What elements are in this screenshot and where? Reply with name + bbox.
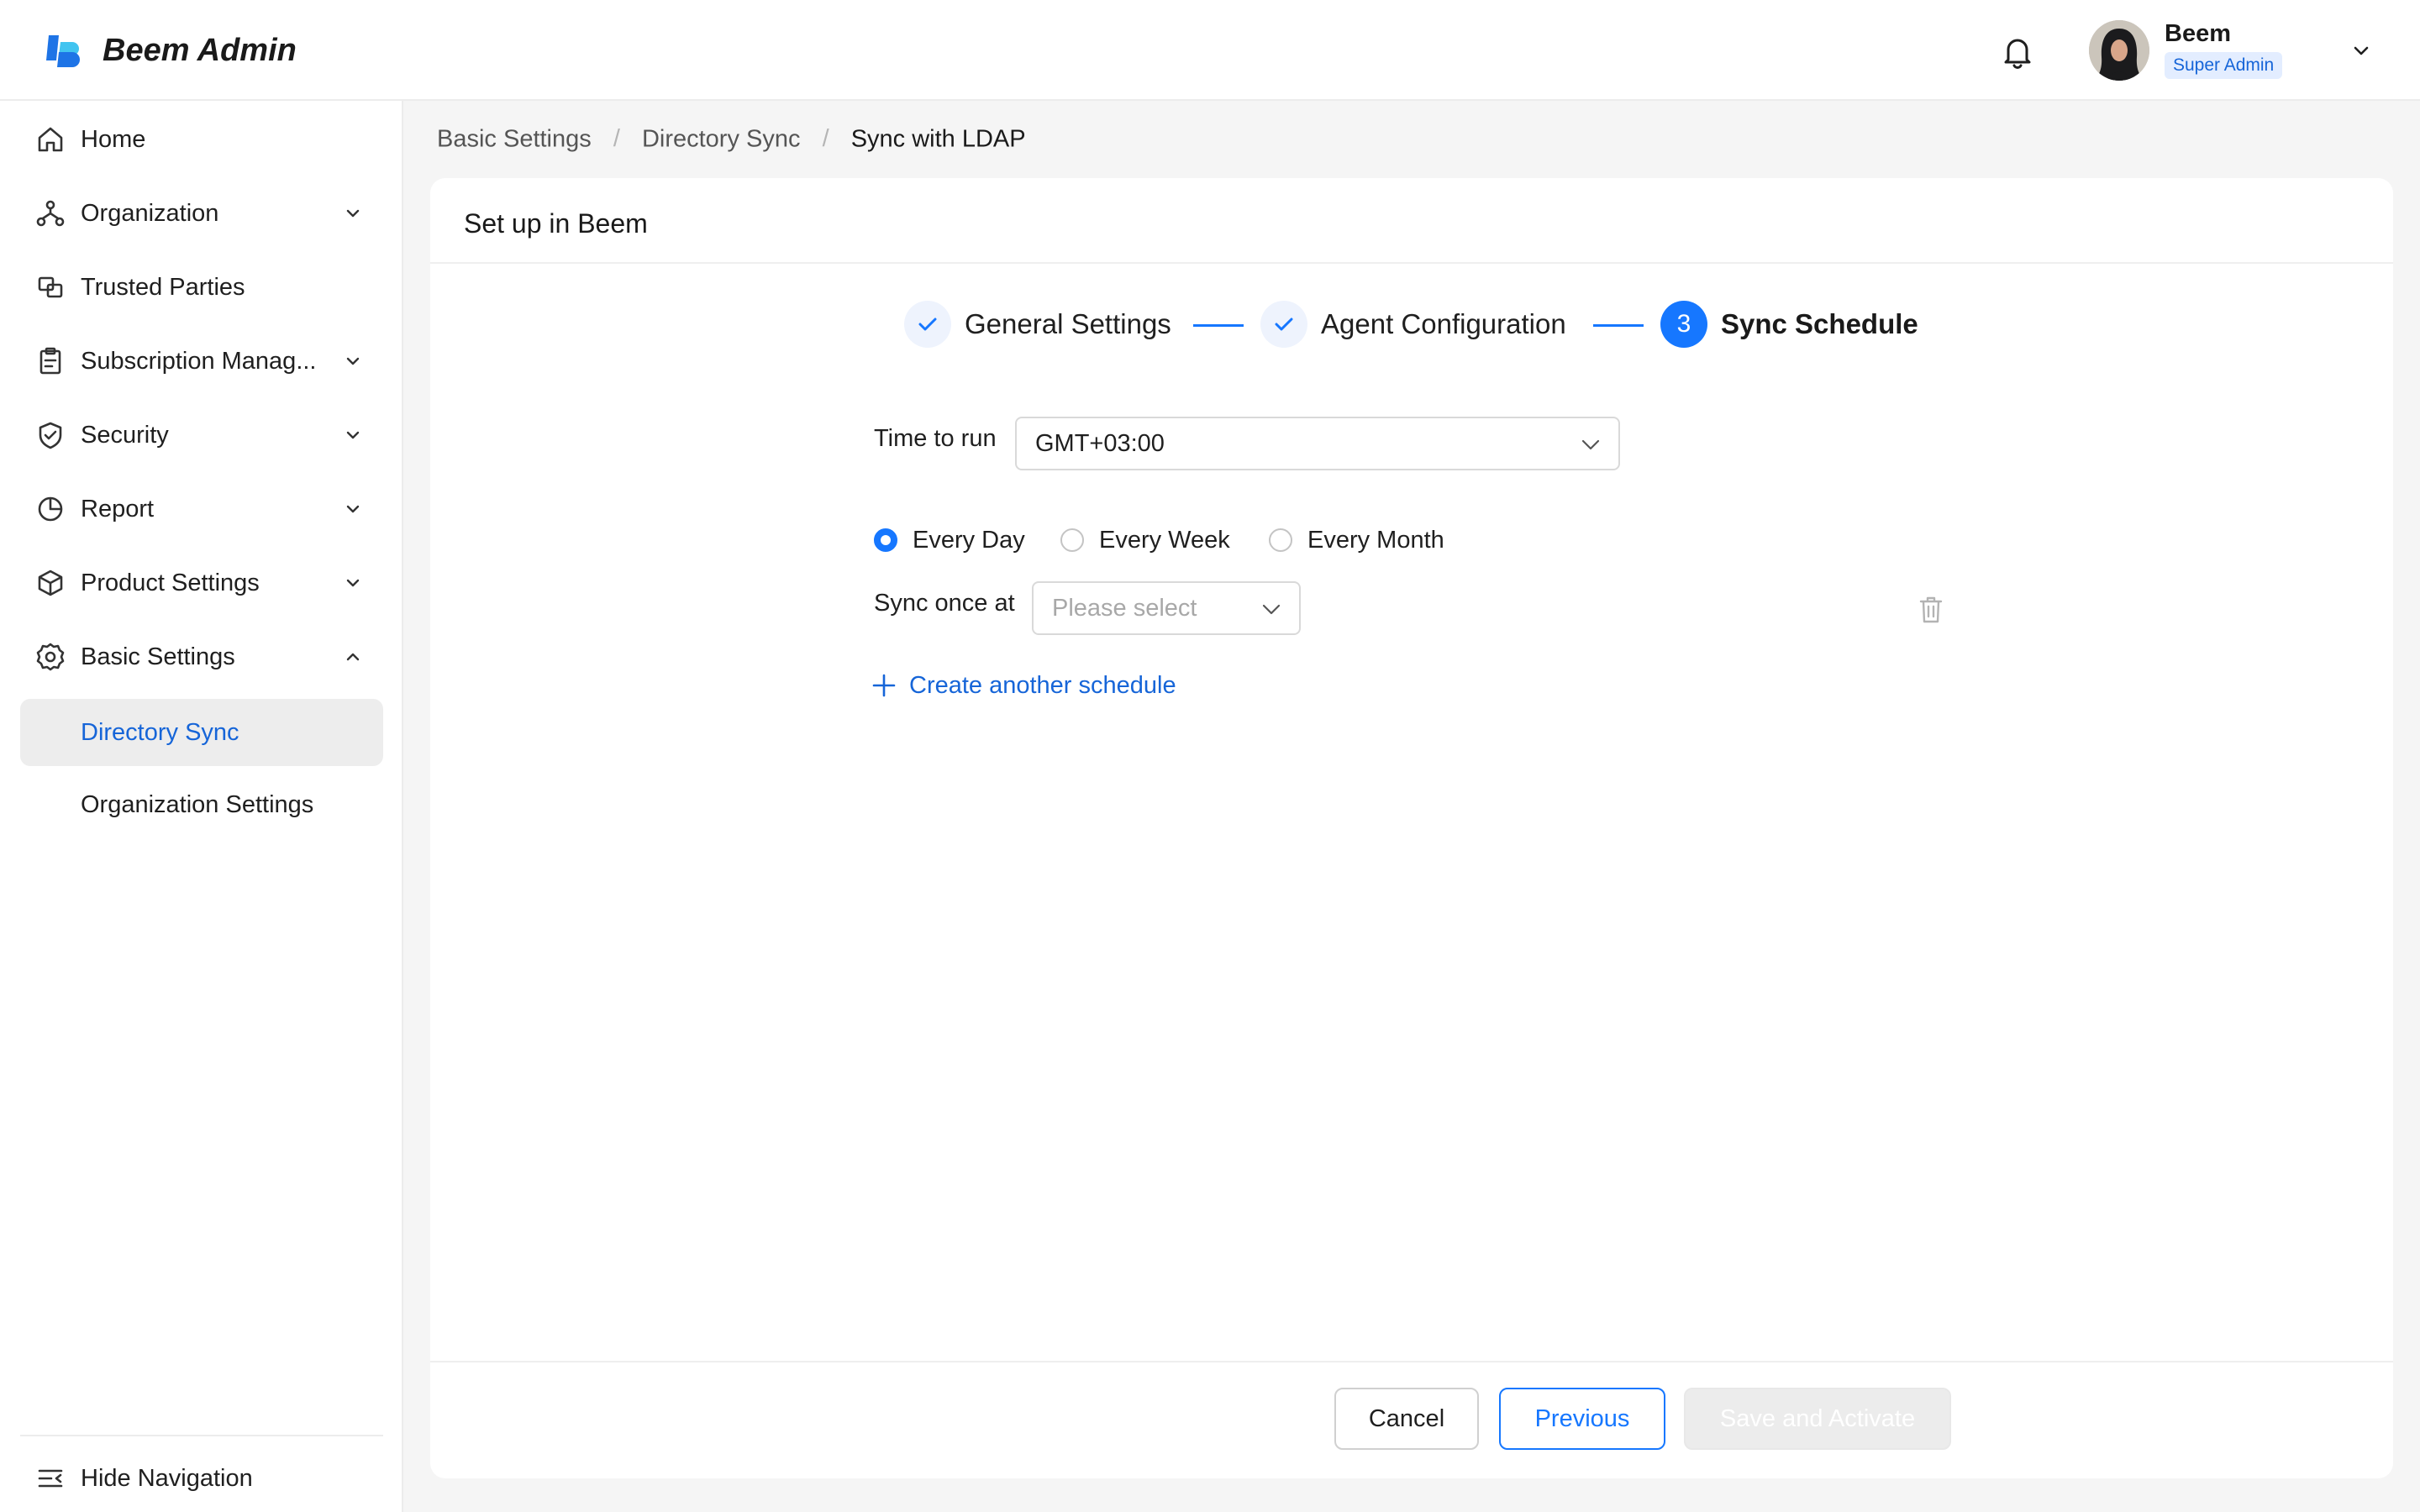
gear-icon [36,643,65,671]
hide-navigation-button[interactable]: Hide Navigation [20,1445,383,1512]
breadcrumb-directory-sync[interactable]: Directory Sync [642,125,801,152]
time-zone-value: GMT+03:00 [1035,430,1165,457]
collapse-menu-icon [38,1469,63,1488]
hide-navigation-label: Hide Navigation [81,1465,253,1492]
setup-card: Set up in Beem General Settings Agent Co… [430,178,2393,1478]
beem-logo[interactable] [44,30,84,71]
radio-label: Every Month [1307,527,1444,554]
pie-chart-icon [38,496,63,522]
sidebar-item-label: Directory Sync [81,719,239,746]
plus-icon [872,674,896,697]
sync-time-placeholder: Please select [1052,595,1197,622]
card-divider [430,262,2393,264]
sidebar-item-label: Subscription Manag... [81,348,317,375]
sidebar-item-security[interactable]: Security [20,402,383,469]
linked-squares-icon [38,276,63,298]
chevron-down-icon [1581,439,1600,450]
footer-divider [430,1361,2393,1362]
time-zone-select[interactable]: GMT+03:00 [1015,417,1620,470]
radio-label: Every Week [1099,527,1230,554]
step-2-label: Agent Configuration [1321,308,1566,339]
sidebar-item-basic-settings[interactable]: Basic Settings [20,623,383,690]
top-header: Beem Admin Beem Super Admin [0,0,2420,101]
chevron-down-icon [1262,604,1281,615]
sidebar-item-organization[interactable]: Organization [20,180,383,247]
chevron-up-icon [346,653,360,661]
user-portrait-icon [2089,20,2149,81]
avatar[interactable] [2089,20,2149,81]
sidebar-item-subscription-management[interactable]: Subscription Manag... [20,328,383,395]
breadcrumb-separator: / [822,125,829,153]
chevron-down-icon [346,505,360,513]
sidebar-item-organization-settings[interactable]: Organization Settings [20,771,383,838]
user-role-badge: Super Admin [2165,52,2283,79]
time-to-run-label: Time to run [874,425,997,452]
breadcrumb-separator: / [613,125,620,153]
sidebar-item-product-settings[interactable]: Product Settings [20,549,383,617]
org-chart-icon [36,200,65,227]
chevron-down-icon [346,431,360,439]
step-connector [1593,324,1644,327]
previous-button[interactable]: Previous [1499,1388,1665,1450]
chevron-down-icon[interactable] [2349,39,2373,62]
sync-time-select[interactable]: Please select [1032,581,1301,635]
create-schedule-label: Create another schedule [909,672,1176,699]
breadcrumb: Basic Settings / Directory Sync / Sync w… [437,119,1026,156]
sidebar-item-label: Home [81,126,146,153]
sidebar-item-label: Basic Settings [81,643,235,670]
trash-icon[interactable] [1918,595,1944,625]
check-icon [918,318,937,331]
radio-unchecked-icon [1269,528,1292,552]
sidebar-item-label: Security [81,422,169,449]
check-icon [1275,318,1293,331]
sidebar-item-home[interactable]: Home [20,106,383,173]
sidebar-divider [20,1435,383,1436]
radio-checked-icon [874,528,897,552]
sidebar-item-trusted-parties[interactable]: Trusted Parties [20,254,383,321]
sidebar-item-label: Organization [81,200,219,227]
step-1-label: General Settings [965,308,1171,339]
step-1-indicator [904,301,951,348]
sidebar: Home Organization Trusted Parties Subscr… [0,101,403,1512]
save-and-activate-button[interactable]: Save and Activate [1684,1388,1951,1450]
breadcrumb-current: Sync with LDAP [850,125,1026,153]
sidebar-item-label: Organization Settings [81,791,314,818]
sidebar-item-label: Trusted Parties [81,274,245,301]
chevron-down-icon [346,209,360,218]
sidebar-item-directory-sync[interactable]: Directory Sync [20,699,383,766]
bell-icon[interactable] [1998,32,2037,71]
radio-unchecked-icon [1060,528,1084,552]
sync-once-label: Sync once at [874,590,1015,617]
app-title: Beem Admin [103,33,297,68]
sidebar-item-label: Product Settings [81,570,260,596]
step-connector [1193,324,1244,327]
sidebar-item-report[interactable]: Report [20,475,383,543]
user-name: Beem [2165,20,2231,47]
clipboard-icon [39,347,61,375]
shield-icon [39,422,62,449]
step-3-label: Sync Schedule [1721,308,1918,339]
step-3-indicator: 3 [1660,301,1707,348]
box-icon [38,570,63,596]
radio-label: Every Day [913,527,1025,554]
page-title: Set up in Beem [464,208,648,239]
home-icon [38,127,63,152]
step-2-indicator [1260,301,1307,348]
chevron-down-icon [346,357,360,365]
sidebar-item-label: Report [81,496,155,522]
cancel-button[interactable]: Cancel [1334,1388,1479,1450]
chevron-down-icon [346,579,360,587]
breadcrumb-basic-settings[interactable]: Basic Settings [437,125,592,152]
